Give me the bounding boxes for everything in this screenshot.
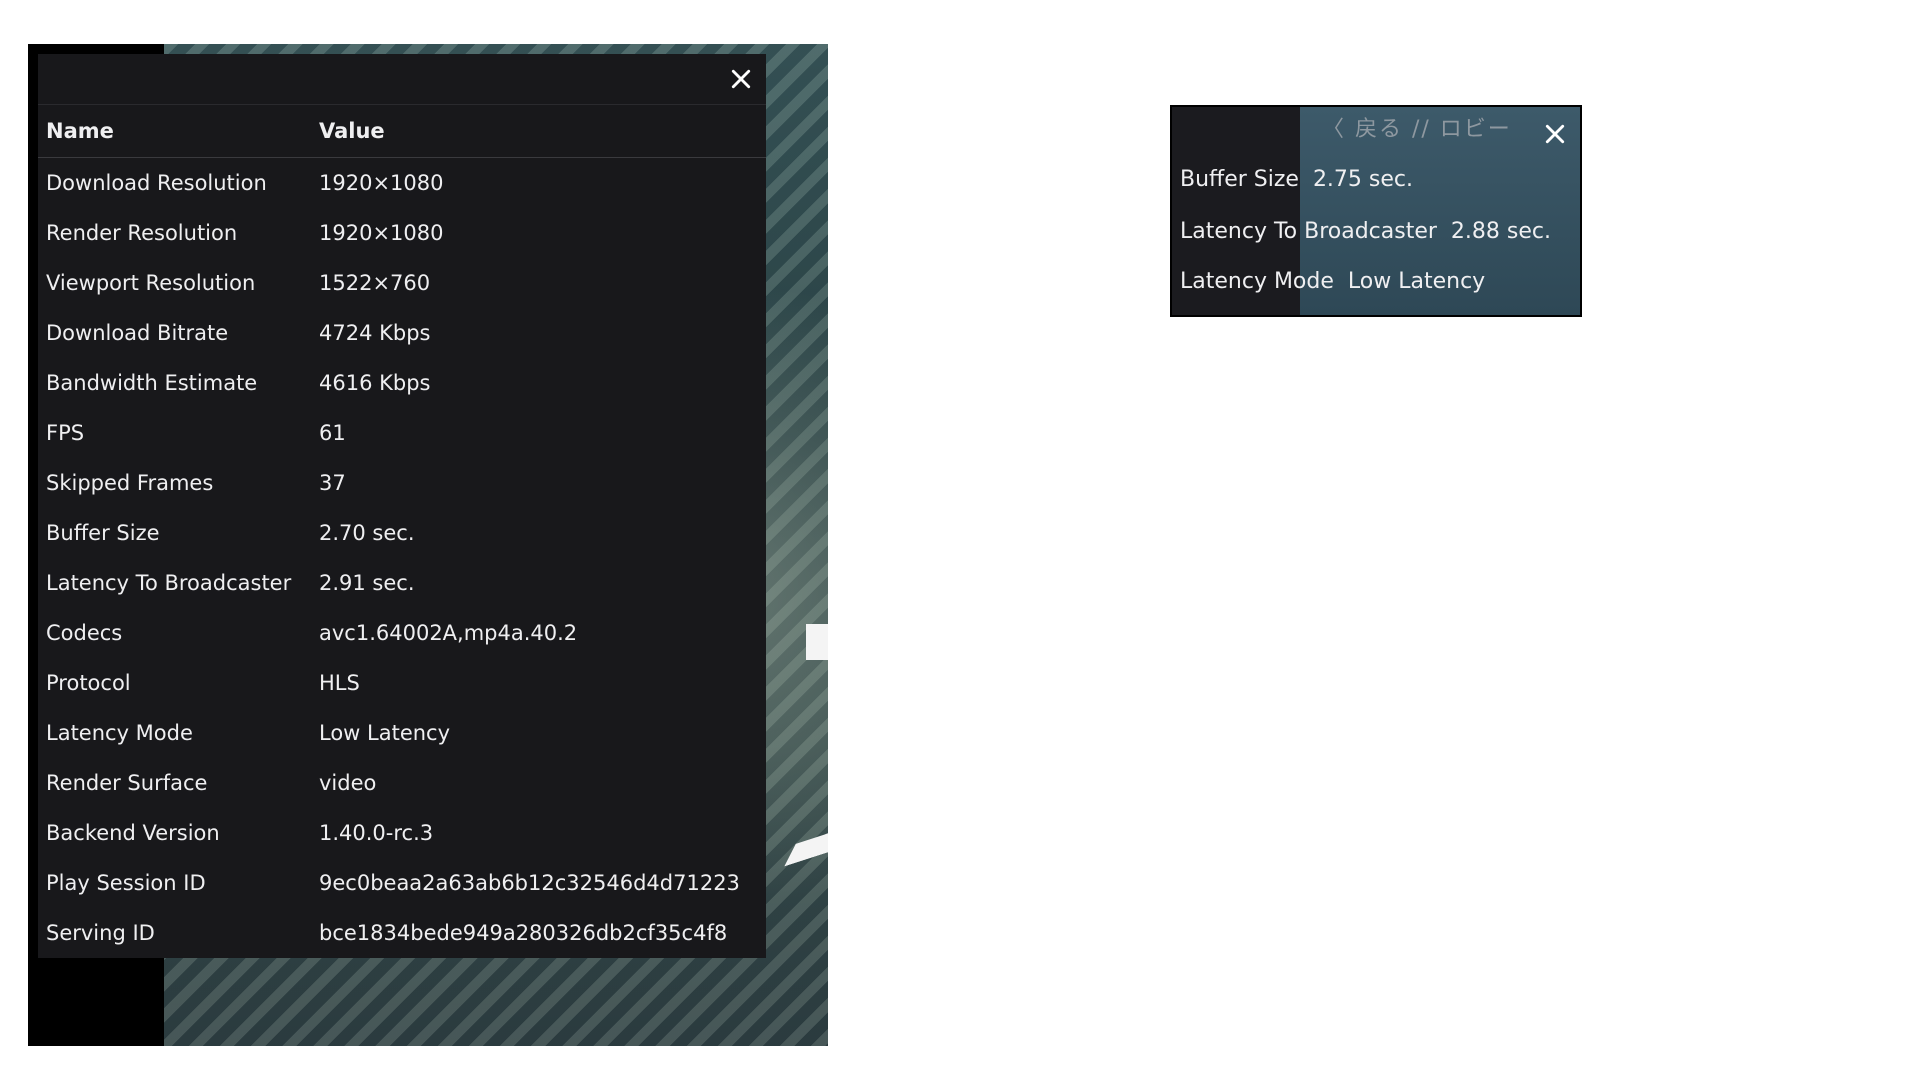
table-row: Download Bitrate 4724 Kbps: [38, 308, 766, 358]
stat-name: Codecs: [46, 621, 123, 645]
mini-stat-row: Buffer Size 2.75 sec.: [1180, 167, 1413, 192]
stat-value: 2.91 sec.: [319, 571, 415, 595]
stat-value: 2.88 sec.: [1450, 219, 1551, 244]
table-row: Render Resolution 1920×1080: [38, 208, 766, 258]
table-row: Skipped Frames 37: [38, 458, 766, 508]
stat-name: Download Bitrate: [46, 321, 229, 345]
stat-value: 1.40.0-rc.3: [319, 821, 434, 845]
stat-name: Protocol: [46, 671, 131, 695]
table-row: Backend Version 1.40.0-rc.3: [38, 808, 766, 858]
stat-value: 2.70 sec.: [319, 521, 415, 545]
stat-value: avc1.64002A,mp4a.40.2: [319, 621, 578, 645]
stat-name: Buffer Size: [46, 521, 160, 545]
column-header-value: Value: [311, 105, 766, 158]
table-row: Buffer Size 2.70 sec.: [38, 508, 766, 558]
table-row: Viewport Resolution 1522×760: [38, 258, 766, 308]
stat-value: HLS: [319, 671, 360, 695]
table-row: FPS 61: [38, 408, 766, 458]
video-scene-sign: [806, 624, 828, 660]
table-row: Download Resolution 1920×1080: [38, 158, 766, 209]
stat-value: 9ec0beaa2a63ab6b12c32546d4d71223: [319, 871, 740, 895]
stat-value: 2.75 sec.: [1312, 167, 1414, 192]
mini-stats-panel: 〈 戻る // ロビー Buffer Size 2.75 sec. Latency…: [1170, 105, 1582, 317]
mini-stat-row: Latency Mode Low Latency: [1180, 269, 1485, 294]
stat-name: Backend Version: [46, 821, 220, 845]
stat-name: Viewport Resolution: [46, 271, 256, 295]
stat-value: 4616 Kbps: [319, 371, 431, 395]
table-row: Latency Mode Low Latency: [38, 708, 766, 758]
stat-name: Buffer Size: [1180, 167, 1299, 192]
stat-name: Render Resolution: [46, 221, 238, 245]
stat-name: Serving ID: [46, 921, 155, 945]
close-stats-button[interactable]: [726, 64, 756, 94]
table-row: Codecs avc1.64002A,mp4a.40.2: [38, 608, 766, 658]
close-icon: [1545, 124, 1565, 144]
column-header-name: Name: [38, 105, 311, 158]
stats-table: Name Value Download Resolution 1920×1080 …: [38, 105, 766, 958]
stat-name: Latency To Broadcaster: [1180, 219, 1437, 244]
stat-name: Render Surface: [46, 771, 208, 795]
stat-value: Low Latency: [1347, 269, 1486, 294]
stat-name: Download Resolution: [46, 171, 267, 195]
stat-value: Low Latency: [319, 721, 451, 745]
table-row: Latency To Broadcaster 2.91 sec.: [38, 558, 766, 608]
stat-value: 1920×1080: [319, 221, 444, 245]
stat-name: FPS: [46, 421, 85, 445]
stat-value: bce1834bede949a280326db2cf35c4f8: [319, 921, 728, 945]
stat-name: Latency Mode: [46, 721, 193, 745]
close-icon: [731, 69, 751, 89]
table-row: Bandwidth Estimate 4616 Kbps: [38, 358, 766, 408]
stat-name: Latency Mode: [1180, 269, 1334, 294]
stat-value: 4724 Kbps: [319, 321, 431, 345]
stat-value: 37: [319, 471, 346, 495]
stat-value: video: [319, 771, 377, 795]
stats-table-header-row: Name Value: [38, 105, 766, 158]
stat-name: Latency To Broadcaster: [46, 571, 292, 595]
video-stats-panel: Name Value Download Resolution 1920×1080 …: [38, 54, 766, 958]
background-nav-text: 〈 戻る // ロビー: [1322, 117, 1512, 142]
table-row: Protocol HLS: [38, 658, 766, 708]
table-row: Render Surface video: [38, 758, 766, 808]
table-row: Play Session ID 9ec0beaa2a63ab6b12c32546d…: [38, 858, 766, 908]
stats-panel-header: [38, 54, 766, 105]
table-row: Serving ID bce1834bede949a280326db2cf35c4…: [38, 908, 766, 958]
stat-name: Play Session ID: [46, 871, 206, 895]
stat-name: Bandwidth Estimate: [46, 371, 258, 395]
stat-value: 1522×760: [319, 271, 431, 295]
stat-value: 61: [319, 421, 346, 445]
stat-value: 1920×1080: [319, 171, 444, 195]
close-mini-stats-button[interactable]: [1540, 119, 1570, 149]
mini-stat-row: Latency To Broadcaster 2.88 sec.: [1180, 219, 1551, 244]
stat-name: Skipped Frames: [46, 471, 214, 495]
